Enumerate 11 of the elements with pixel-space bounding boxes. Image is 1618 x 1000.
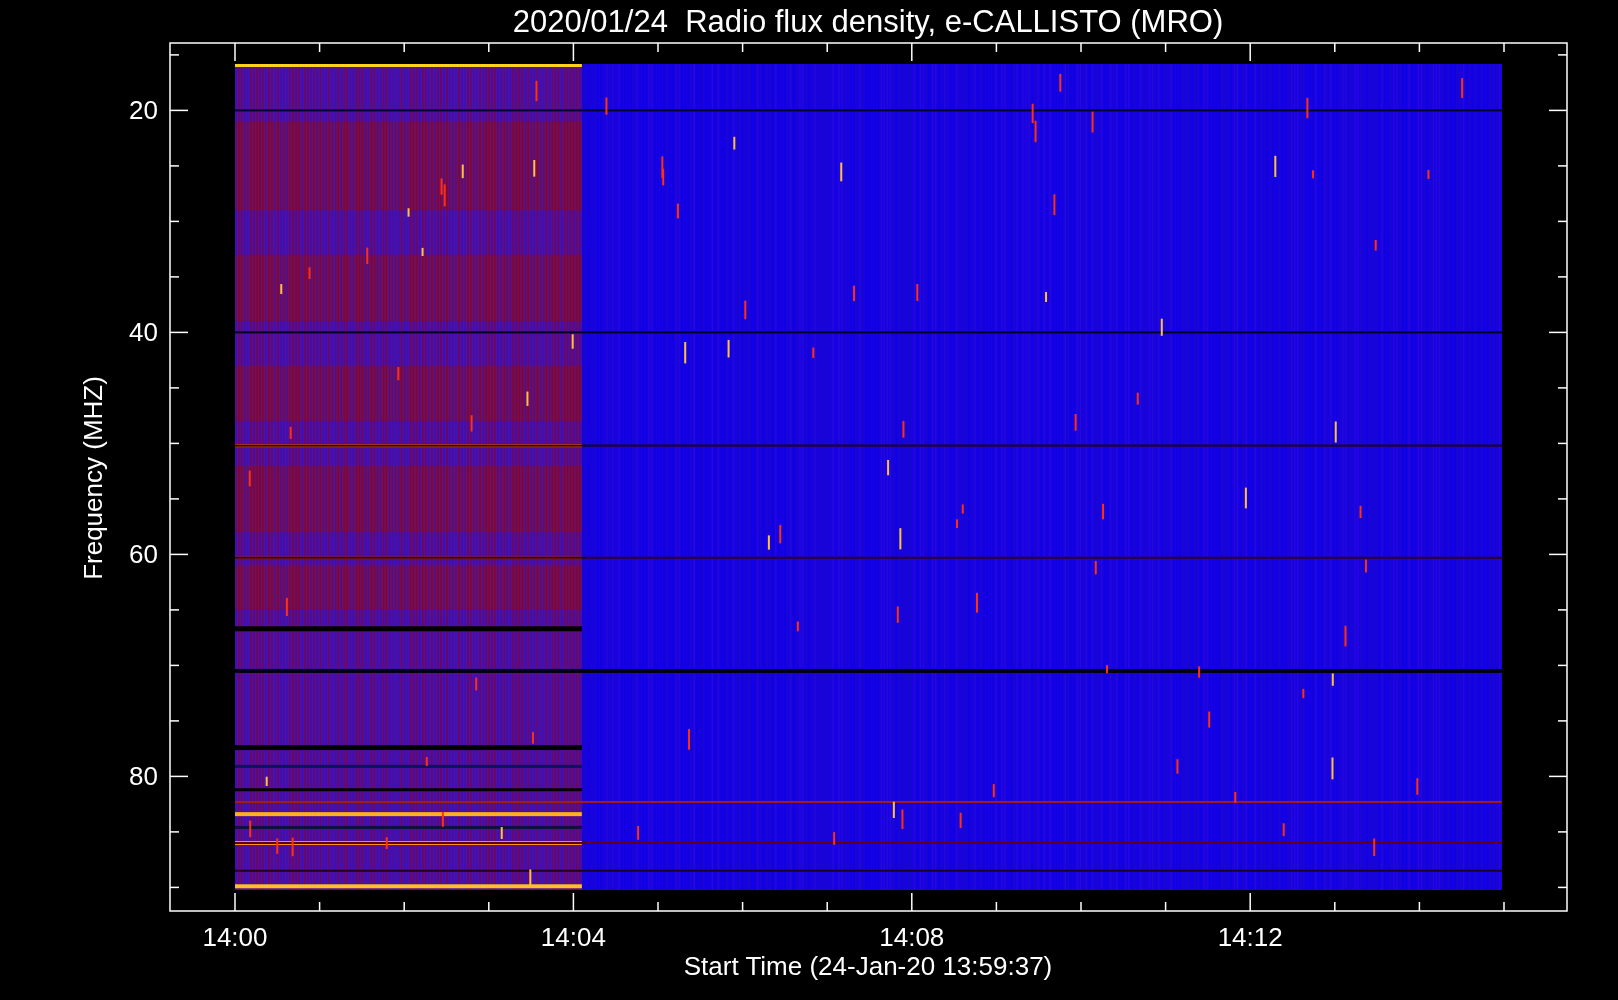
axis-label: Start Time (24-Jan-20 13:59:37) — [683, 951, 1053, 981]
tick-label: 40 — [129, 317, 158, 348]
plot-title: 2020/01/24 Radio flux density, e-CALLISTO (MRO) — [512, 4, 1224, 39]
tick-label: 60 — [129, 539, 158, 570]
tick-label: 20 — [129, 95, 158, 126]
tick-label: 14:08 — [879, 922, 945, 952]
tick-label: 14:12 — [1217, 922, 1283, 952]
tick-label: 14:00 — [202, 922, 268, 952]
axis-label: Frequency (MHZ) — [78, 376, 108, 580]
tick-label: 80 — [129, 761, 158, 792]
tick-label: 14:04 — [540, 922, 606, 952]
